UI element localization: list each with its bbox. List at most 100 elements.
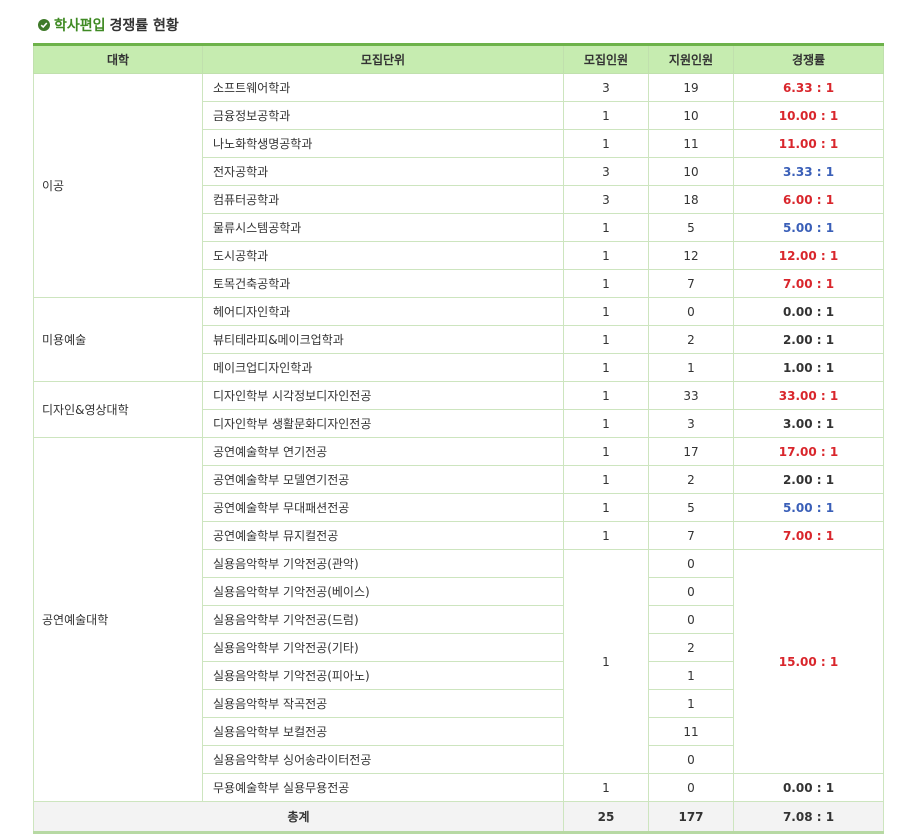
quota-cell: 1: [563, 325, 649, 354]
rate-cell: 6.00 : 1: [733, 185, 884, 214]
rate-cell: 15.00 : 1: [733, 549, 884, 774]
competition-rate-table: 대학 모집단위 모집인원 지원인원 경쟁률 이공 소프트웨어학과 3 19 6.33 :…: [33, 43, 884, 834]
total-rate: 7.08 : 1: [733, 801, 884, 834]
applicants-cell: 18: [648, 185, 734, 214]
unit-cell: 금융정보공학과: [202, 101, 564, 130]
applicants-cell: 7: [648, 269, 734, 298]
unit-cell: 공연예술학부 모델연기전공: [202, 465, 564, 494]
quota-cell: 1: [563, 773, 649, 802]
unit-cell: 메이크업디자인학과: [202, 353, 564, 382]
total-row: 총계 25 177 7.08 : 1: [33, 801, 884, 834]
rate-cell: 2.00 : 1: [733, 325, 884, 354]
quota-cell: 1: [563, 521, 649, 550]
applicants-cell: 10: [648, 101, 734, 130]
quota-cell: 1: [563, 493, 649, 522]
rate-cell: 33.00 : 1: [733, 381, 884, 410]
unit-cell: 전자공학과: [202, 157, 564, 186]
unit-cell: 디자인학부 시각정보디자인전공: [202, 381, 564, 410]
applicants-cell: 0: [648, 549, 734, 578]
applicants-cell: 11: [648, 129, 734, 158]
unit-cell: 실용음악학부 기악전공(베이스): [202, 577, 564, 606]
quota-cell: 1: [563, 269, 649, 298]
quota-cell: 3: [563, 73, 649, 102]
rate-cell: 1.00 : 1: [733, 353, 884, 382]
applicants-cell: 17: [648, 437, 734, 466]
total-applicants: 177: [648, 801, 734, 834]
unit-cell: 공연예술학부 연기전공: [202, 437, 564, 466]
applicants-cell: 5: [648, 493, 734, 522]
rate-cell: 3.33 : 1: [733, 157, 884, 186]
unit-cell: 실용음악학부 기악전공(기타): [202, 633, 564, 662]
col-header-rate: 경쟁률: [733, 43, 884, 74]
rate-cell: 11.00 : 1: [733, 129, 884, 158]
applicants-cell: 0: [648, 577, 734, 606]
quota-cell: 1: [563, 101, 649, 130]
quota-cell: 1: [563, 213, 649, 242]
rate-cell: 2.00 : 1: [733, 465, 884, 494]
rate-cell: 5.00 : 1: [733, 213, 884, 242]
unit-cell: 토목건축공학과: [202, 269, 564, 298]
applicants-cell: 0: [648, 745, 734, 774]
table-row: 디자인&영상대학 디자인학부 시각정보디자인전공 1 33 33.00 : 1: [33, 381, 884, 438]
applicants-cell: 0: [648, 297, 734, 326]
col-header-applicants: 지원인원: [648, 43, 734, 74]
section-heading: 학사편입 경쟁률 현황: [38, 14, 179, 36]
unit-cell: 뷰티테라피&메이크업학과: [202, 325, 564, 354]
check-circle-icon: [38, 19, 50, 31]
applicants-cell: 11: [648, 717, 734, 746]
unit-cell: 디자인학부 생활문화디자인전공: [202, 409, 564, 438]
applicants-cell: 33: [648, 381, 734, 410]
unit-cell: 실용음악학부 싱어송라이터전공: [202, 745, 564, 774]
unit-cell: 공연예술학부 무대패션전공: [202, 493, 564, 522]
unit-cell: 실용음악학부 기악전공(피아노): [202, 661, 564, 690]
applicants-cell: 1: [648, 689, 734, 718]
unit-cell: 소프트웨어학과: [202, 73, 564, 102]
applicants-cell: 1: [648, 353, 734, 382]
table-row: 미용예술 헤어디자인학과 1 0 0.00 : 1: [33, 297, 884, 382]
quota-cell: 1: [563, 241, 649, 270]
quota-cell: 3: [563, 185, 649, 214]
unit-cell: 도시공학과: [202, 241, 564, 270]
quota-cell: 1: [563, 129, 649, 158]
rate-cell: 7.00 : 1: [733, 269, 884, 298]
college-cell: 공연예술대학: [33, 437, 203, 802]
quota-cell: 1: [563, 409, 649, 438]
col-header-quota: 모집인원: [563, 43, 649, 74]
heading-text: 경쟁률 현황: [109, 18, 179, 34]
quota-cell: 1: [563, 437, 649, 466]
college-cell: 이공: [33, 73, 203, 298]
applicants-cell: 3: [648, 409, 734, 438]
rate-cell: 7.00 : 1: [733, 521, 884, 550]
col-header-unit: 모집단위: [202, 43, 564, 74]
rate-cell: 5.00 : 1: [733, 493, 884, 522]
rate-cell: 10.00 : 1: [733, 101, 884, 130]
quota-cell: 1: [563, 381, 649, 410]
applicants-cell: 0: [648, 605, 734, 634]
unit-cell: 공연예술학부 뮤지컬전공: [202, 521, 564, 550]
heading-highlight: 학사편입: [54, 18, 106, 34]
college-cell: 디자인&영상대학: [33, 381, 203, 438]
college-cell: 미용예술: [33, 297, 203, 382]
total-quota: 25: [563, 801, 649, 834]
applicants-cell: 2: [648, 633, 734, 662]
applicants-cell: 10: [648, 157, 734, 186]
table-row: 이공 소프트웨어학과 3 19 6.33 : 1: [33, 73, 884, 298]
rate-cell: 0.00 : 1: [733, 297, 884, 326]
unit-cell: 실용음악학부 보컬전공: [202, 717, 564, 746]
rate-cell: 6.33 : 1: [733, 73, 884, 102]
rate-cell: 0.00 : 1: [733, 773, 884, 802]
total-label: 총계: [33, 801, 564, 834]
applicants-cell: 1: [648, 661, 734, 690]
quota-cell: 1: [563, 297, 649, 326]
applicants-cell: 2: [648, 325, 734, 354]
unit-cell: 나노화학생명공학과: [202, 129, 564, 158]
unit-cell: 무용예술학부 실용무용전공: [202, 773, 564, 802]
unit-cell: 실용음악학부 기악전공(드럼): [202, 605, 564, 634]
unit-cell: 물류시스템공학과: [202, 213, 564, 242]
unit-cell: 컴퓨터공학과: [202, 185, 564, 214]
applicants-cell: 7: [648, 521, 734, 550]
col-header-college: 대학: [33, 43, 203, 74]
unit-cell: 실용음악학부 기악전공(관악): [202, 549, 564, 578]
table-row: 공연예술대학 공연예술학부 연기전공 1 17 17.00 : 1: [33, 437, 884, 802]
unit-cell: 실용음악학부 작곡전공: [202, 689, 564, 718]
